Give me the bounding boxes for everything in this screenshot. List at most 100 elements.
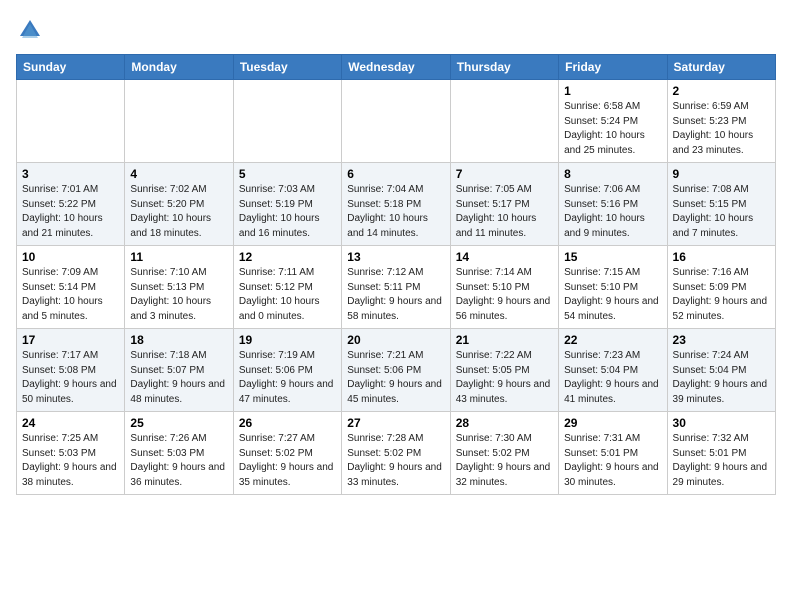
day-number: 14 [456,250,553,264]
calendar-cell: 2Sunrise: 6:59 AM Sunset: 5:23 PM Daylig… [667,80,775,163]
day-number: 7 [456,167,553,181]
day-info: Sunrise: 7:26 AM Sunset: 5:03 PM Dayligh… [130,432,227,490]
day-info: Sunrise: 7:23 AM Sunset: 5:04 PM Dayligh… [564,349,661,407]
week-row-1: 1 Sunrise: 6:58 AM Sunset: 5:24 PM Daylig… [17,80,776,163]
calendar-cell: 10 Sunrise: 7:09 AM Sunset: 5:14 PM Dayli… [17,246,125,329]
day-info: Sunrise: 7:30 AM Sunset: 5:02 PM Dayligh… [456,432,553,490]
calendar-cell [450,80,558,163]
day-number: 24 [22,416,119,430]
calendar-cell: 20 Sunrise: 7:21 AM Sunset: 5:06 PM Dayli… [342,329,450,412]
calendar-cell: 27 Sunrise: 7:28 AM Sunset: 5:02 PM Dayli… [342,412,450,495]
calendar-cell: 29 Sunrise: 7:31 AM Sunset: 5:01 PM Dayli… [559,412,667,495]
day-info: Sunrise: 7:24 AM Sunset: 5:04 PM Dayligh… [673,349,770,407]
day-info: Sunrise: 7:15 AM Sunset: 5:10 PM Dayligh… [564,266,661,324]
day-info: Sunrise: 7:25 AM Sunset: 5:03 PM Dayligh… [22,432,119,490]
calendar-cell: 15 Sunrise: 7:15 AM Sunset: 5:10 PM Dayli… [559,246,667,329]
calendar-cell: 13Sunrise: 7:12 AM Sunset: 5:11 PM Dayli… [342,246,450,329]
week-row-4: 17 Sunrise: 7:17 AM Sunset: 5:08 PM Dayli… [17,329,776,412]
calendar-cell: 22 Sunrise: 7:23 AM Sunset: 5:04 PM Dayli… [559,329,667,412]
day-info: Sunrise: 7:19 AM Sunset: 5:06 PM Dayligh… [239,349,336,407]
day-info: Sunrise: 7:12 AM Sunset: 5:11 PM Dayligh… [347,266,444,324]
day-number: 4 [130,167,227,181]
day-number: 10 [22,250,119,264]
day-number: 26 [239,416,336,430]
day-number: 12 [239,250,336,264]
page-header [16,16,776,44]
calendar-cell: 6Sunrise: 7:04 AM Sunset: 5:18 PM Daylig… [342,163,450,246]
day-number: 5 [239,167,336,181]
day-info: Sunrise: 7:16 AM Sunset: 5:09 PM Dayligh… [673,266,770,324]
calendar-cell: 26 Sunrise: 7:27 AM Sunset: 5:02 PM Dayli… [233,412,341,495]
calendar-cell: 7 Sunrise: 7:05 AM Sunset: 5:17 PM Daylig… [450,163,558,246]
day-number: 18 [130,333,227,347]
calendar-cell: 5 Sunrise: 7:03 AM Sunset: 5:19 PM Daylig… [233,163,341,246]
day-number: 23 [673,333,770,347]
day-number: 21 [456,333,553,347]
day-info: Sunrise: 7:06 AM Sunset: 5:16 PM Dayligh… [564,183,661,241]
day-info: Sunrise: 7:04 AM Sunset: 5:18 PM Dayligh… [347,183,444,241]
day-info: Sunrise: 7:03 AM Sunset: 5:19 PM Dayligh… [239,183,336,241]
weekday-header-saturday: Saturday [667,55,775,80]
day-info: Sunrise: 7:11 AM Sunset: 5:12 PM Dayligh… [239,266,336,324]
calendar-cell: 16 Sunrise: 7:16 AM Sunset: 5:09 PM Dayli… [667,246,775,329]
day-number: 27 [347,416,444,430]
calendar-cell: 23 Sunrise: 7:24 AM Sunset: 5:04 PM Dayli… [667,329,775,412]
calendar-cell [342,80,450,163]
calendar-cell: 1 Sunrise: 6:58 AM Sunset: 5:24 PM Daylig… [559,80,667,163]
logo-icon [16,16,44,44]
day-info: Sunrise: 7:31 AM Sunset: 5:01 PM Dayligh… [564,432,661,490]
logo [16,16,48,44]
day-number: 25 [130,416,227,430]
day-info: Sunrise: 7:10 AM Sunset: 5:13 PM Dayligh… [130,266,227,324]
calendar-cell: 19 Sunrise: 7:19 AM Sunset: 5:06 PM Dayli… [233,329,341,412]
weekday-header-sunday: Sunday [17,55,125,80]
day-info: Sunrise: 6:59 AM Sunset: 5:23 PM Dayligh… [673,100,770,158]
day-info: Sunrise: 7:27 AM Sunset: 5:02 PM Dayligh… [239,432,336,490]
day-info: Sunrise: 7:17 AM Sunset: 5:08 PM Dayligh… [22,349,119,407]
week-row-2: 3Sunrise: 7:01 AM Sunset: 5:22 PM Daylig… [17,163,776,246]
day-number: 9 [673,167,770,181]
calendar-cell: 12 Sunrise: 7:11 AM Sunset: 5:12 PM Dayli… [233,246,341,329]
day-info: Sunrise: 6:58 AM Sunset: 5:24 PM Dayligh… [564,100,661,158]
calendar-cell: 17 Sunrise: 7:17 AM Sunset: 5:08 PM Dayli… [17,329,125,412]
calendar-cell [233,80,341,163]
calendar-cell: 11 Sunrise: 7:10 AM Sunset: 5:13 PM Dayli… [125,246,233,329]
day-info: Sunrise: 7:18 AM Sunset: 5:07 PM Dayligh… [130,349,227,407]
day-info: Sunrise: 7:14 AM Sunset: 5:10 PM Dayligh… [456,266,553,324]
day-info: Sunrise: 7:01 AM Sunset: 5:22 PM Dayligh… [22,183,119,241]
day-number: 15 [564,250,661,264]
weekday-header-friday: Friday [559,55,667,80]
calendar-cell [125,80,233,163]
week-row-3: 10 Sunrise: 7:09 AM Sunset: 5:14 PM Dayli… [17,246,776,329]
day-number: 28 [456,416,553,430]
day-info: Sunrise: 7:28 AM Sunset: 5:02 PM Dayligh… [347,432,444,490]
day-info: Sunrise: 7:09 AM Sunset: 5:14 PM Dayligh… [22,266,119,324]
day-number: 17 [22,333,119,347]
day-number: 1 [564,84,661,98]
day-number: 22 [564,333,661,347]
calendar-cell: 9Sunrise: 7:08 AM Sunset: 5:15 PM Daylig… [667,163,775,246]
day-number: 16 [673,250,770,264]
day-number: 8 [564,167,661,181]
day-info: Sunrise: 7:05 AM Sunset: 5:17 PM Dayligh… [456,183,553,241]
calendar-cell: 30Sunrise: 7:32 AM Sunset: 5:01 PM Dayli… [667,412,775,495]
calendar-cell: 14 Sunrise: 7:14 AM Sunset: 5:10 PM Dayli… [450,246,558,329]
day-number: 19 [239,333,336,347]
calendar-cell: 4Sunrise: 7:02 AM Sunset: 5:20 PM Daylig… [125,163,233,246]
calendar-cell: 25 Sunrise: 7:26 AM Sunset: 5:03 PM Dayli… [125,412,233,495]
week-row-5: 24 Sunrise: 7:25 AM Sunset: 5:03 PM Dayli… [17,412,776,495]
weekday-header-row: SundayMondayTuesdayWednesdayThursdayFrid… [17,55,776,80]
calendar-cell: 24 Sunrise: 7:25 AM Sunset: 5:03 PM Dayli… [17,412,125,495]
day-info: Sunrise: 7:21 AM Sunset: 5:06 PM Dayligh… [347,349,444,407]
calendar-cell: 18 Sunrise: 7:18 AM Sunset: 5:07 PM Dayli… [125,329,233,412]
day-info: Sunrise: 7:22 AM Sunset: 5:05 PM Dayligh… [456,349,553,407]
day-number: 29 [564,416,661,430]
calendar-cell: 21 Sunrise: 7:22 AM Sunset: 5:05 PM Dayli… [450,329,558,412]
weekday-header-thursday: Thursday [450,55,558,80]
day-number: 20 [347,333,444,347]
calendar-cell [17,80,125,163]
calendar-table: SundayMondayTuesdayWednesdayThursdayFrid… [16,54,776,495]
weekday-header-wednesday: Wednesday [342,55,450,80]
day-number: 11 [130,250,227,264]
day-info: Sunrise: 7:32 AM Sunset: 5:01 PM Dayligh… [673,432,770,490]
